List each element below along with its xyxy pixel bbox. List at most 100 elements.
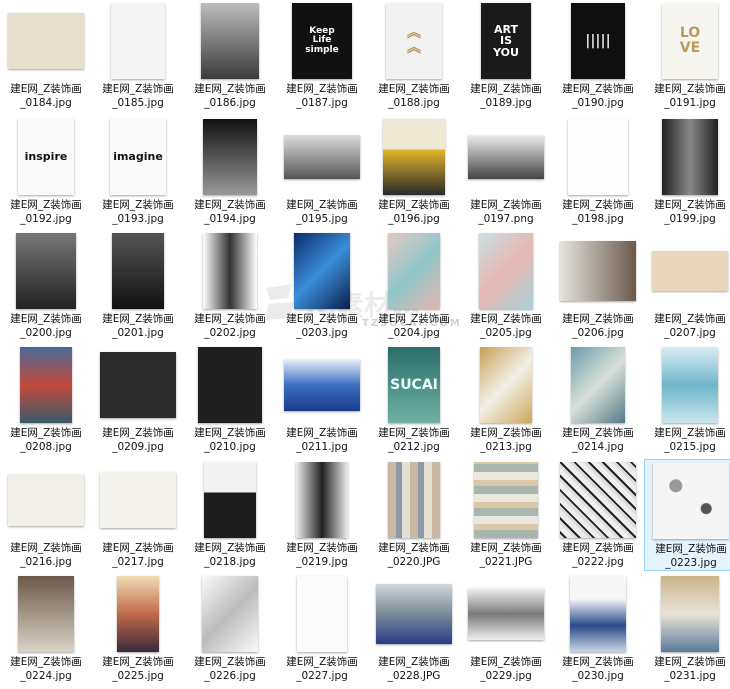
file-item[interactable]: 建E网_Z装饰画 _0206.jpg <box>552 230 644 342</box>
file-name-line2: _0201.jpg <box>112 327 164 339</box>
thumbnail-image[interactable] <box>198 347 262 423</box>
file-item[interactable]: 建E网_Z装饰画 _0225.jpg <box>92 573 184 685</box>
thumbnail-image[interactable] <box>571 347 625 423</box>
file-item[interactable]: 建E网_Z装饰画 _0226.jpg <box>184 573 276 685</box>
thumbnail-caption: imagine <box>113 150 163 164</box>
file-item[interactable]: 建E网_Z装饰画 _0227.jpg <box>276 573 368 685</box>
file-item[interactable]: 建E网_Z装饰画 _0220.JPG <box>368 459 460 571</box>
file-item[interactable]: 建E网_Z装饰画 _0195.jpg <box>276 116 368 228</box>
thumbnail-image[interactable] <box>201 3 259 79</box>
thumbnail-image[interactable] <box>653 463 729 539</box>
thumbnail-image[interactable] <box>284 135 360 179</box>
thumbnail-image[interactable] <box>468 135 544 179</box>
thumbnail-image[interactable]: Keep Life simple <box>292 3 352 79</box>
thumbnail-image[interactable] <box>296 462 348 538</box>
file-item[interactable]: 建E网_Z装饰画 _0199.jpg <box>644 116 730 228</box>
thumbnail-image[interactable] <box>18 576 74 652</box>
thumbnail-image[interactable] <box>8 13 84 69</box>
thumbnail-image[interactable] <box>388 233 440 309</box>
file-item[interactable]: 建E网_Z装饰画 _0210.jpg <box>184 344 276 456</box>
thumbnail-image[interactable] <box>204 462 256 538</box>
file-item[interactable]: 建E网_Z装饰画 _0221.JPG <box>460 459 552 571</box>
file-item[interactable]: imagine 建E网_Z装饰画 _0193.jpg <box>92 116 184 228</box>
thumbnail-image[interactable] <box>662 347 718 423</box>
thumbnail-image[interactable] <box>652 251 728 291</box>
thumbnail-image[interactable]: ︽ ︽ <box>386 3 442 79</box>
thumbnail-image[interactable] <box>16 233 76 309</box>
file-name-line2: _0203.jpg <box>296 327 348 339</box>
file-item[interactable]: 建E网_Z装饰画 _0231.jpg <box>644 573 730 685</box>
file-item[interactable]: 建E网_Z装饰画 _0215.jpg <box>644 344 730 456</box>
file-item[interactable]: 建E网_Z装饰画 _0217.jpg <box>92 459 184 571</box>
thumbnail-image[interactable] <box>8 474 84 526</box>
file-item[interactable]: 建E网_Z装饰画 _0228.JPG <box>368 573 460 685</box>
file-item[interactable]: ||||| 建E网_Z装饰画 _0190.jpg <box>552 0 644 112</box>
thumbnail-image[interactable] <box>112 233 164 309</box>
thumbnail-image[interactable] <box>568 119 628 195</box>
file-item[interactable]: 建E网_Z装饰画 _0222.jpg <box>552 459 644 571</box>
file-item[interactable]: 建E网_Z装饰画 _0194.jpg <box>184 116 276 228</box>
file-item[interactable]: LO VE 建E网_Z装饰画 _0191.jpg <box>644 0 730 112</box>
file-item[interactable]: ART IS YOU 建E网_Z装饰画 _0189.jpg <box>460 0 552 112</box>
thumbnail-image[interactable]: imagine <box>110 119 166 195</box>
thumbnail-image[interactable] <box>203 119 257 195</box>
thumbnail-image[interactable] <box>20 347 72 423</box>
file-item[interactable]: 建E网_Z装饰画 _0200.jpg <box>0 230 92 342</box>
file-item[interactable]: 建E网_Z装饰画 _0229.jpg <box>460 573 552 685</box>
thumbnail-image[interactable] <box>383 119 445 195</box>
thumbnail-image[interactable]: ART IS YOU <box>481 3 531 79</box>
file-item[interactable]: 建E网_Z装饰画 _0185.jpg <box>92 0 184 112</box>
file-item[interactable]: 建E网_Z装饰画 _0224.jpg <box>0 573 92 685</box>
file-item[interactable]: SUCAI 建E网_Z装饰画 _0212.jpg <box>368 344 460 456</box>
file-item[interactable]: 建E网_Z装饰画 _0184.jpg <box>0 0 92 112</box>
file-item[interactable]: 建E网_Z装饰画 _0230.jpg <box>552 573 644 685</box>
thumbnail-image[interactable] <box>203 233 257 309</box>
thumbnail-image[interactable] <box>560 241 636 301</box>
thumbnail-image[interactable] <box>202 576 258 652</box>
thumbnail-image[interactable] <box>111 3 165 79</box>
file-item[interactable]: 建E网_Z装饰画 _0204.jpg <box>368 230 460 342</box>
file-item[interactable]: 建E网_Z装饰画 _0186.jpg <box>184 0 276 112</box>
file-item[interactable]: 建E网_Z装饰画 _0216.jpg <box>0 459 92 571</box>
file-item[interactable]: 建E网_Z装饰画 _0213.jpg <box>460 344 552 456</box>
thumbnail-image[interactable] <box>474 462 538 538</box>
file-item[interactable]: 建E网_Z装饰画 _0219.jpg <box>276 459 368 571</box>
file-item[interactable]: 建E网_Z装饰画 _0214.jpg <box>552 344 644 456</box>
file-item[interactable]: 建E网_Z装饰画 _0208.jpg <box>0 344 92 456</box>
thumbnail-image[interactable] <box>100 352 176 418</box>
file-item[interactable]: 建E网_Z装饰画 _0205.jpg <box>460 230 552 342</box>
file-item[interactable]: 建E网_Z装饰画 _0196.jpg <box>368 116 460 228</box>
file-item[interactable]: 建E网_Z装饰画 _0202.jpg <box>184 230 276 342</box>
file-item[interactable]: 建E网_Z装饰画 _0207.jpg <box>644 230 730 342</box>
thumbnail-image[interactable]: inspire <box>18 119 74 195</box>
thumbnail-image[interactable] <box>294 233 350 309</box>
thumbnail-image[interactable] <box>297 576 347 652</box>
file-item[interactable]: inspire 建E网_Z装饰画 _0192.jpg <box>0 116 92 228</box>
file-item[interactable]: 建E网_Z装饰画 _0197.png <box>460 116 552 228</box>
file-item[interactable]: 建E网_Z装饰画 _0201.jpg <box>92 230 184 342</box>
file-item[interactable]: 建E网_Z装饰画 _0218.jpg <box>184 459 276 571</box>
file-item[interactable]: 建E网_Z装饰画 _0223.jpg <box>644 459 730 571</box>
file-item[interactable]: 建E网_Z装饰画 _0209.jpg <box>92 344 184 456</box>
thumbnail-image[interactable] <box>480 347 532 423</box>
file-name: 建E网_Z装饰画 _0200.jpg <box>0 312 92 340</box>
file-item[interactable]: 建E网_Z装饰画 _0203.jpg <box>276 230 368 342</box>
thumbnail-image[interactable] <box>479 233 533 309</box>
thumbnail-image[interactable] <box>560 462 636 538</box>
thumbnail-image[interactable]: LO VE <box>662 3 718 79</box>
thumbnail-image[interactable] <box>117 576 159 652</box>
thumbnail-image[interactable] <box>661 576 719 652</box>
file-item[interactable]: ︽ ︽ 建E网_Z装饰画 _0188.jpg <box>368 0 460 112</box>
thumbnail-image[interactable] <box>376 584 452 644</box>
thumbnail-image[interactable] <box>284 359 360 411</box>
thumbnail-image[interactable]: ||||| <box>571 3 625 79</box>
thumbnail-image[interactable] <box>570 576 626 652</box>
file-item[interactable]: 建E网_Z装饰画 _0198.jpg <box>552 116 644 228</box>
thumbnail-image[interactable] <box>662 119 718 195</box>
file-item[interactable]: Keep Life simple 建E网_Z装饰画 _0187.jpg <box>276 0 368 112</box>
thumbnail-image[interactable] <box>388 462 440 538</box>
thumbnail-image[interactable] <box>100 472 176 528</box>
thumbnail-image[interactable]: SUCAI <box>388 347 440 423</box>
thumbnail-image[interactable] <box>468 588 544 640</box>
file-item[interactable]: 建E网_Z装饰画 _0211.jpg <box>276 344 368 456</box>
